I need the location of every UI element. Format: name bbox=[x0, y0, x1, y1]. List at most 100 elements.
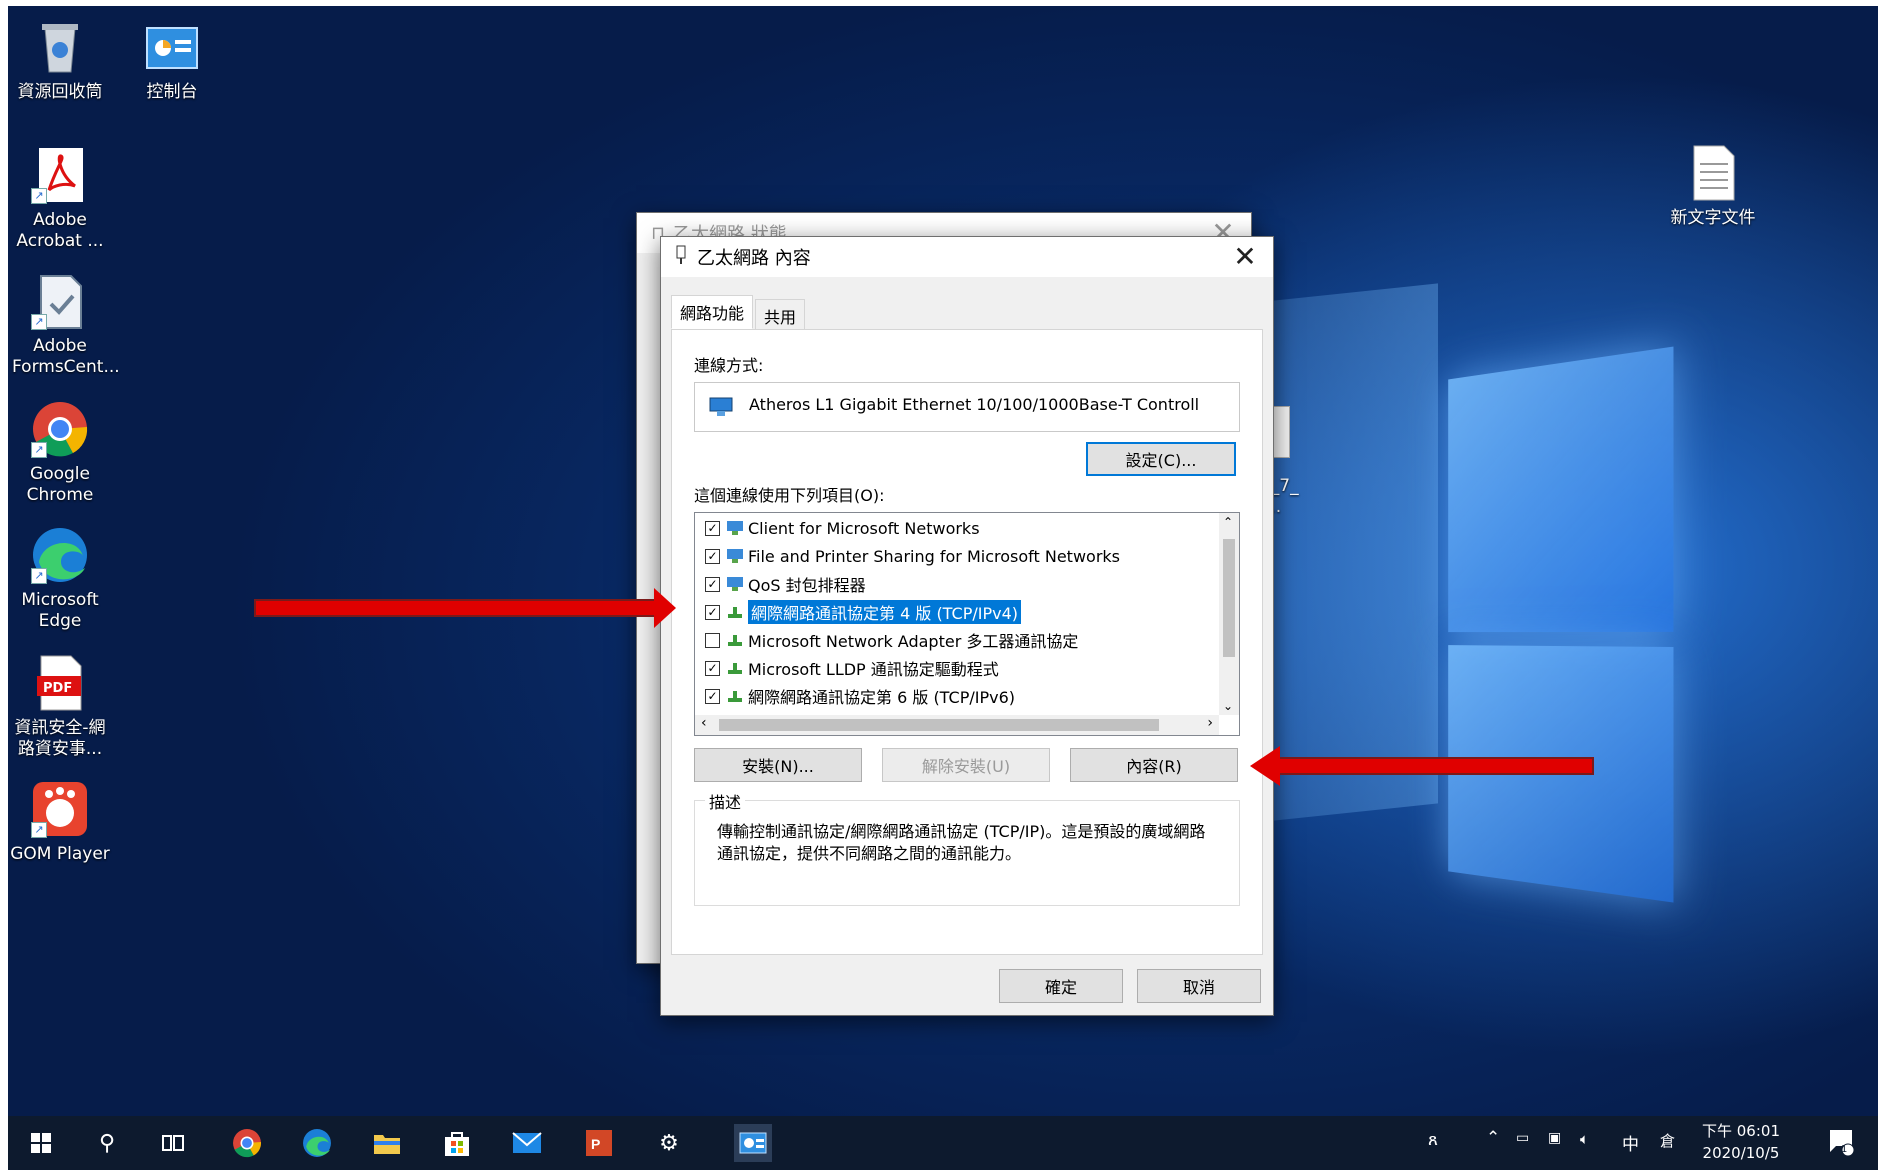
list-item[interactable]: Microsoft Network Adapter 多工器通訊協定 bbox=[705, 627, 1078, 653]
scroll-right-icon[interactable]: › bbox=[1207, 715, 1213, 731]
tab-networking[interactable]: 網路功能 bbox=[671, 295, 754, 329]
gom-player-icon: ↗ bbox=[31, 780, 89, 838]
ime-indicator[interactable]: 中 bbox=[1622, 1130, 1639, 1155]
volume-icon[interactable]: 🔈︎ bbox=[1580, 1130, 1589, 1148]
scroll-up-icon[interactable]: ⌃ bbox=[1223, 515, 1233, 529]
item-label: Client for Microsoft Networks bbox=[748, 518, 980, 538]
title-bar: 乙太網路 內容 bbox=[661, 237, 1273, 277]
powerpoint-icon[interactable]: P bbox=[580, 1124, 618, 1162]
chrome-icon: ↗ bbox=[31, 400, 89, 458]
desktop: 資源回收筒 控制台 ↗ Adobe Acrobat ... ↗ Adobe Fo… bbox=[8, 6, 1878, 1170]
desktop-icon-adobe-acrobat[interactable]: ↗ Adobe Acrobat ... bbox=[12, 146, 108, 252]
desktop-icon-gom-player[interactable]: ↗ GOM Player bbox=[8, 780, 112, 865]
arrow-head bbox=[654, 588, 676, 628]
desktop-icon-chrome[interactable]: ↗ Google Chrome bbox=[12, 400, 108, 506]
settings-icon[interactable]: ⚙ bbox=[650, 1124, 688, 1162]
network-adapter-icon bbox=[709, 397, 733, 422]
network-client-icon bbox=[726, 520, 744, 536]
properties-button[interactable]: 內容(R) bbox=[1070, 748, 1238, 782]
configure-button[interactable]: 設定(C)... bbox=[1086, 442, 1236, 476]
mail-icon[interactable] bbox=[508, 1124, 546, 1162]
shortcut-arrow-icon: ↗ bbox=[31, 442, 47, 458]
desktop-icon-pdf-document[interactable]: PDF 資訊安全-網 路資安事... bbox=[12, 654, 108, 760]
description-label: 描述 bbox=[705, 789, 746, 813]
desktop-icon-label: 資源回收筒 bbox=[17, 82, 103, 102]
install-button[interactable]: 安裝(N)... bbox=[694, 748, 862, 782]
description-group: 描述 傳輸控制通訊協定/網際網路通訊協定 (TCP/IP)。這是預設的廣域網路通… bbox=[694, 789, 1240, 906]
item-checkbox[interactable]: ✓ bbox=[705, 520, 720, 536]
desktop-icon-label: GOM Player bbox=[10, 844, 110, 864]
arrow-head bbox=[1250, 746, 1280, 786]
list-item[interactable]: ✓ QoS 封包排程器 bbox=[705, 571, 866, 597]
protocol-icon bbox=[726, 688, 744, 704]
desktop-icon-label: 資訊安全-網 路資安事... bbox=[14, 718, 106, 759]
components-list[interactable]: ✓ Client for Microsoft Networks ✓ File a… bbox=[694, 512, 1240, 736]
start-icon[interactable] bbox=[22, 1124, 60, 1162]
scroll-left-icon[interactable]: ‹ bbox=[701, 715, 707, 731]
list-item[interactable]: ✓ 網際網路通訊協定第 6 版 (TCP/IPv6) bbox=[705, 683, 1015, 709]
desktop-icon-adobe-formscentral[interactable]: ↗ Adobe FormsCent... bbox=[12, 272, 120, 378]
edge-icon[interactable] bbox=[298, 1124, 336, 1162]
connect-using-label: 連線方式: bbox=[694, 356, 764, 375]
desktop-icon-recycle-bin[interactable]: 資源回收筒 bbox=[12, 18, 108, 103]
search-icon[interactable]: ⚲ bbox=[88, 1124, 126, 1162]
item-checkbox[interactable] bbox=[705, 632, 720, 648]
item-checkbox[interactable]: ✓ bbox=[705, 660, 720, 676]
edge-icon: ↗ bbox=[31, 526, 89, 584]
items-label: 這個連線使用下列項目(O): bbox=[694, 486, 885, 505]
task-view-icon[interactable] bbox=[154, 1124, 192, 1162]
desktop-icon-edge[interactable]: ↗ Microsoft Edge bbox=[12, 526, 108, 632]
item-label: 網際網路通訊協定第 6 版 (TCP/IPv6) bbox=[748, 688, 1015, 707]
list-item[interactable]: ✓ File and Printer Sharing for Microsoft… bbox=[705, 543, 1120, 569]
item-checkbox[interactable]: ✓ bbox=[705, 576, 720, 592]
scroll-thumb[interactable] bbox=[1223, 539, 1235, 657]
list-item[interactable]: ✓ Client for Microsoft Networks bbox=[705, 515, 980, 541]
network-icon[interactable]: ▣ bbox=[1548, 1130, 1561, 1146]
item-label: 網際網路通訊協定第 4 版 (TCP/IPv4) bbox=[748, 600, 1021, 624]
file-explorer-icon[interactable] bbox=[368, 1124, 406, 1162]
shortcut-arrow-icon: ↗ bbox=[31, 568, 47, 584]
scroll-thumb-horizontal[interactable] bbox=[719, 719, 1159, 731]
item-label: Microsoft Network Adapter 多工器通訊協定 bbox=[748, 632, 1079, 651]
ethernet-properties-dialog[interactable]: 乙太網路 內容 ✕ 網路功能 共用 連線方式: Atheros L1 Gigab… bbox=[660, 236, 1274, 1016]
scroll-down-icon[interactable]: ⌄ bbox=[1223, 699, 1233, 713]
network-adapter-icon bbox=[675, 245, 687, 269]
protocol-icon bbox=[726, 632, 744, 648]
desktop-icon-label: Adobe Acrobat ... bbox=[16, 210, 104, 251]
horizontal-scrollbar[interactable]: ‹ › bbox=[695, 715, 1219, 735]
uninstall-button[interactable]: 解除安裝(U) bbox=[882, 748, 1050, 782]
network-client-icon bbox=[726, 548, 744, 564]
protocol-icon bbox=[726, 604, 744, 620]
cancel-button[interactable]: 取消 bbox=[1137, 969, 1261, 1003]
dialog-title: 乙太網路 內容 bbox=[697, 248, 811, 269]
desktop-icon-text-document[interactable]: 新文字文件 bbox=[1658, 144, 1768, 229]
item-checkbox[interactable]: ✓ bbox=[705, 688, 720, 704]
desktop-icon-label: 新文字文件 bbox=[1670, 208, 1756, 228]
list-item-selected[interactable]: ✓ 網際網路通訊協定第 4 版 (TCP/IPv4) bbox=[705, 599, 1021, 625]
pdf-badge: PDF bbox=[43, 681, 73, 696]
chrome-icon[interactable] bbox=[228, 1124, 266, 1162]
clock[interactable]: 下午 06:01 2020/10/5 bbox=[1702, 1120, 1780, 1164]
text-document-icon bbox=[1684, 144, 1742, 202]
item-label: QoS 封包排程器 bbox=[748, 576, 866, 595]
tab-sharing[interactable]: 共用 bbox=[755, 299, 806, 333]
logo-pane-tl bbox=[1448, 346, 1674, 633]
battery-icon[interactable]: ▭ bbox=[1516, 1130, 1529, 1146]
list-item[interactable]: ✓ Microsoft LLDP 通訊協定驅動程式 bbox=[705, 655, 999, 681]
item-checkbox[interactable]: ✓ bbox=[705, 548, 720, 564]
control-panel-icon[interactable] bbox=[734, 1124, 772, 1162]
shortcut-arrow-icon: ↗ bbox=[31, 188, 47, 204]
close-icon[interactable]: ✕ bbox=[1227, 239, 1263, 275]
vertical-scrollbar[interactable]: ⌃ ⌄ bbox=[1219, 513, 1239, 715]
svg-text:P: P bbox=[591, 1136, 600, 1152]
store-icon[interactable] bbox=[438, 1124, 476, 1162]
people-icon[interactable]: ጸ bbox=[1428, 1130, 1438, 1150]
desktop-icon-control-panel[interactable]: 控制台 bbox=[124, 18, 220, 103]
chevron-up-icon[interactable]: ⌃ bbox=[1486, 1128, 1500, 1148]
shortcut-arrow-icon: ↗ bbox=[31, 822, 47, 838]
keyboard-mode-icon[interactable]: 倉 bbox=[1660, 1130, 1675, 1151]
desktop-icon-label: Adobe FormsCent... bbox=[12, 336, 120, 377]
recycle-bin-icon bbox=[31, 18, 89, 76]
item-checkbox[interactable]: ✓ bbox=[705, 604, 720, 620]
ok-button[interactable]: 確定 bbox=[999, 969, 1123, 1003]
